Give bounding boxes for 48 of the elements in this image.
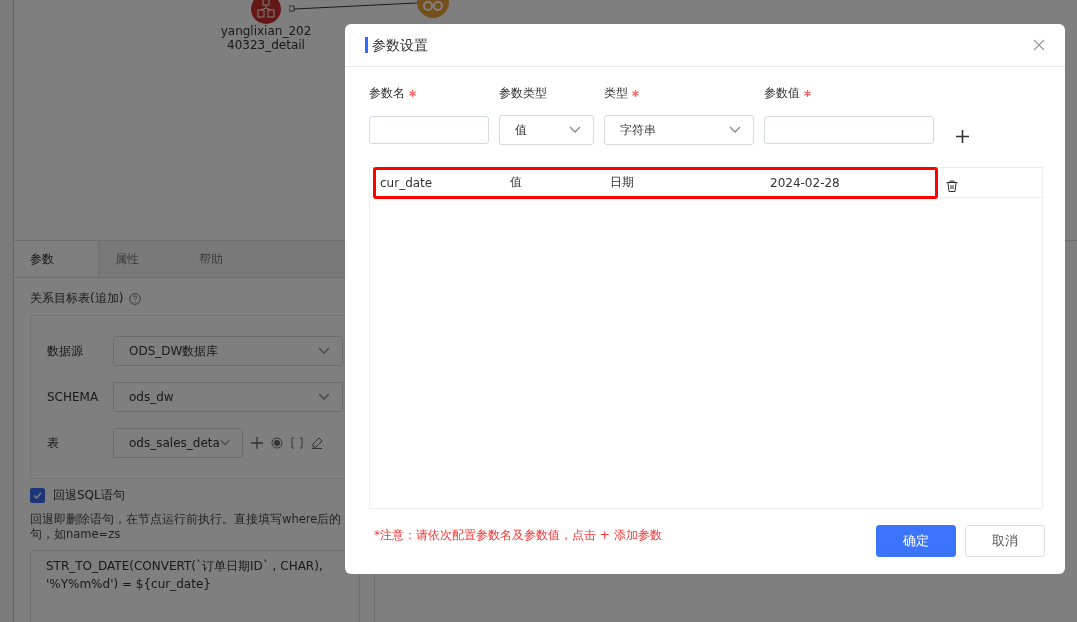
bracket-icon[interactable] (291, 437, 303, 449)
chevron-down-icon (569, 126, 581, 134)
node-icon[interactable] (251, 0, 281, 24)
note-text: *注意：请依次配置参数名及参数值，点击 + 添加参数 (374, 527, 662, 544)
field-label: 数据源 (47, 342, 84, 360)
required-icon (632, 89, 639, 97)
cancel-button[interactable]: 取消 (965, 525, 1045, 557)
edit-icon[interactable] (311, 437, 323, 449)
node-label: yanglixian_20240323_detail (219, 24, 313, 52)
select-field[interactable]: 值 (499, 115, 594, 145)
panel-tab[interactable]: 参数 (14, 241, 99, 277)
chevron-down-icon (318, 347, 330, 355)
panel-tab[interactable]: 帮助 (183, 241, 267, 277)
target-icon[interactable] (271, 437, 283, 449)
field-label: 表 (47, 434, 60, 452)
input-field[interactable] (764, 116, 934, 144)
required-icon (804, 89, 811, 97)
input-field[interactable] (369, 116, 489, 144)
column-header: 参数名 (369, 84, 405, 102)
column-header: 参数类型 (499, 84, 547, 102)
check-icon (33, 491, 42, 500)
table-cell-text: 值 (510, 174, 523, 191)
column-header: 参数值 (764, 84, 800, 102)
confirm-button[interactable]: 确定 (876, 525, 956, 557)
select-field[interactable]: 字符串 (604, 115, 754, 145)
chevron-down-icon (729, 126, 741, 134)
field-label: SCHEMA (47, 390, 100, 404)
checkbox-label: 回退SQL语句 (53, 487, 125, 504)
chevron-down-icon (219, 439, 230, 447)
close-icon[interactable] (1033, 39, 1045, 51)
required-icon (409, 89, 416, 97)
plus-icon[interactable] (956, 129, 969, 143)
help-icon[interactable] (129, 292, 142, 305)
panel-tab[interactable]: 属性 (99, 241, 183, 277)
select-field[interactable]: ods_sales_deta (113, 428, 243, 458)
table-cell-text: 2024-02-28 (770, 175, 841, 190)
chevron-down-icon (318, 393, 330, 401)
hint-text: 回退即删除语句，在节点运行前执行。直接填写where后的 (30, 512, 343, 527)
select-field[interactable]: ods_dw (113, 382, 343, 412)
trash-icon[interactable] (946, 179, 958, 192)
section-title: 关系目标表(追加) (30, 290, 124, 307)
column-header: 类型 (604, 84, 628, 102)
hint-text: 句，如name=zs (30, 527, 122, 542)
table-cell-text: 日期 (610, 174, 635, 191)
table-cell-text: cur_date (379, 175, 434, 190)
dialog-title: 参数设置 (365, 37, 428, 53)
select-field[interactable]: ODS_DW数据库 (113, 336, 343, 366)
checkbox[interactable] (30, 488, 45, 503)
